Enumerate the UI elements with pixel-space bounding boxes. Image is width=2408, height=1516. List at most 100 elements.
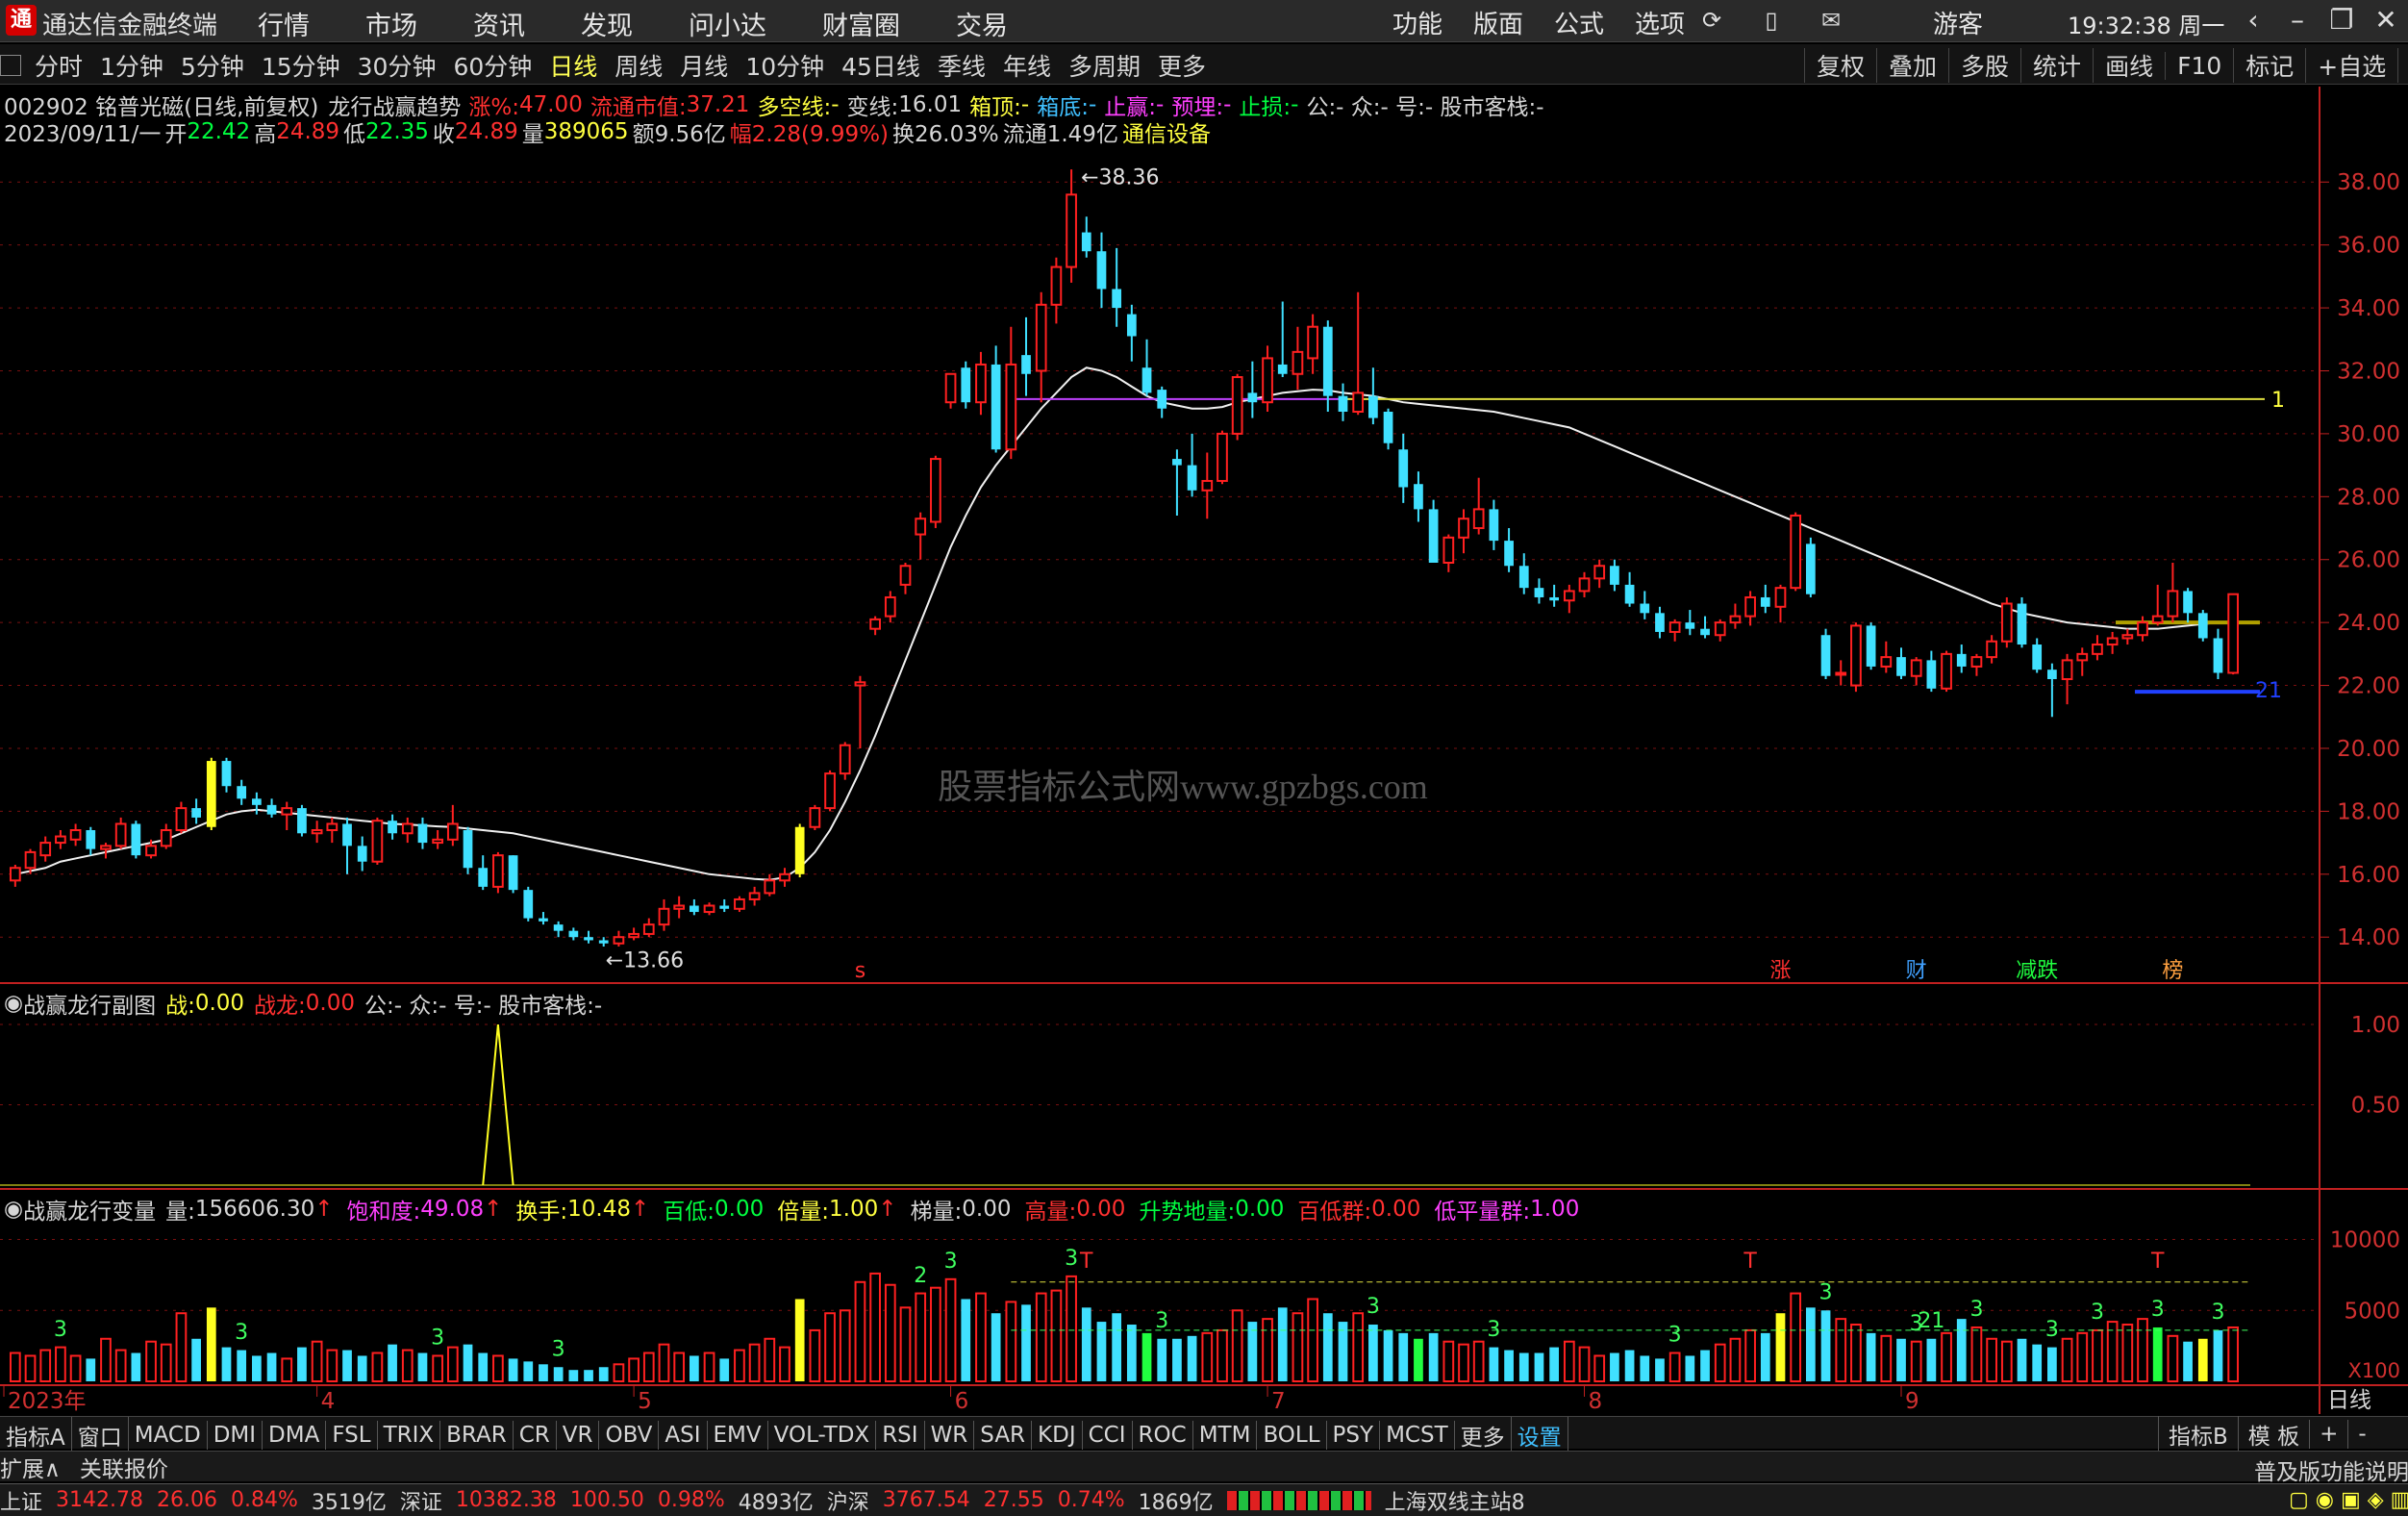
- indicator-tab-12[interactable]: EMV: [708, 1421, 768, 1450]
- tool-button-5[interactable]: F10: [2165, 51, 2233, 80]
- indicator-right-3[interactable]: -: [2347, 1420, 2375, 1449]
- tool-button-7[interactable]: +自选: [2305, 48, 2397, 83]
- maximize-icon[interactable]: ❐: [2320, 4, 2364, 36]
- candle-body: [1714, 621, 1726, 637]
- main-menu-item-2[interactable]: 资讯: [473, 5, 525, 42]
- indicator-tab-7[interactable]: BRAR: [440, 1421, 514, 1450]
- indicator-tab-11[interactable]: ASI: [659, 1421, 708, 1450]
- indicator-right-2[interactable]: +: [2309, 1420, 2347, 1449]
- sub2-name[interactable]: 战赢龙行变量: [23, 1193, 156, 1225]
- status-icons[interactable]: ▢ ◉ ▣ ◈ ▥: [2289, 1488, 2408, 1512]
- main-menu-item-6[interactable]: 交易: [956, 5, 1008, 42]
- indicator-tab-20[interactable]: MTM: [1193, 1421, 1258, 1450]
- sub1-name[interactable]: 战赢龙行副图: [23, 987, 156, 1020]
- period-tab-12[interactable]: 年线: [1003, 48, 1051, 83]
- indicator-tab-17[interactable]: KDJ: [1032, 1421, 1083, 1450]
- right-menu-item-3[interactable]: 选项: [1635, 5, 1685, 40]
- server-name[interactable]: 上海双线主站8: [1385, 1485, 1525, 1516]
- minimize-icon[interactable]: –: [2275, 4, 2320, 36]
- main-menu-item-5[interactable]: 财富圈: [822, 5, 900, 42]
- tool-button-3[interactable]: 统计: [2020, 48, 2093, 83]
- period-tab-6[interactable]: 日线: [549, 48, 597, 83]
- indicator-tab-22[interactable]: PSY: [1327, 1421, 1381, 1450]
- candle-body: [1217, 432, 1228, 482]
- candle-body: [1383, 412, 1393, 443]
- main-menu-item-0[interactable]: 行情: [258, 5, 310, 42]
- tool-button-2[interactable]: 多股: [1948, 48, 2020, 83]
- candle: [401, 817, 414, 844]
- indicator-tab-21[interactable]: BOLL: [1257, 1421, 1327, 1450]
- related-quote-button[interactable]: 关联报价: [80, 1451, 168, 1483]
- indicator-tab-9[interactable]: VR: [557, 1421, 600, 1450]
- indicator-tab-24[interactable]: 更多: [1455, 1417, 1512, 1453]
- candle-body: [1956, 653, 1967, 667]
- indicator-tab-6[interactable]: TRIX: [378, 1421, 441, 1450]
- up-arrow-icon: ↑: [484, 1197, 503, 1222]
- candle: [1414, 471, 1423, 522]
- indicator-tab-5[interactable]: FSL: [326, 1421, 378, 1450]
- indicator-tab-19[interactable]: ROC: [1133, 1421, 1193, 1450]
- hs-label[interactable]: 沪深: [827, 1485, 869, 1516]
- tool-button-6[interactable]: 标记: [2233, 48, 2305, 83]
- candle: [1338, 383, 1348, 421]
- phone-icon[interactable]: ▯: [1752, 4, 1791, 37]
- sh-label[interactable]: 上证: [0, 1485, 42, 1516]
- close-icon[interactable]: ✕: [2364, 4, 2408, 36]
- right-menu-item-0[interactable]: 功能: [1392, 5, 1442, 40]
- indicator-tab-15[interactable]: WR: [925, 1421, 975, 1450]
- period-tab-5[interactable]: 60分钟: [453, 48, 532, 83]
- indicator-right-0[interactable]: 指标B: [2158, 1416, 2238, 1453]
- right-menu-item-2[interactable]: 公式: [1554, 5, 1604, 40]
- edition-help-link[interactable]: 普及版功能说明: [2254, 1453, 2408, 1486]
- candle-body: [2032, 644, 2043, 670]
- tool-button-1[interactable]: 叠加: [1876, 48, 1948, 83]
- candle: [553, 921, 564, 938]
- back-icon[interactable]: ‹: [2231, 4, 2275, 36]
- candle: [523, 886, 534, 922]
- period-tab-4[interactable]: 30分钟: [358, 48, 437, 83]
- period-tab-1[interactable]: 1分钟: [100, 48, 163, 83]
- right-menu-item-1[interactable]: 版面: [1473, 5, 1523, 40]
- main-menu-item-1[interactable]: 市场: [365, 5, 417, 42]
- market-strength-icon[interactable]: [1226, 1490, 1371, 1510]
- tool-button-0[interactable]: 复权: [1804, 48, 1876, 83]
- indicator-tab-18[interactable]: CCI: [1083, 1421, 1133, 1450]
- indicator-tab-13[interactable]: VOL-TDX: [768, 1421, 877, 1450]
- period-tab-0[interactable]: 分时: [35, 48, 83, 83]
- sub2-menu-icon[interactable]: ◉: [4, 1197, 23, 1222]
- candle-body: [944, 372, 957, 404]
- sub1-menu-icon[interactable]: ◉: [4, 991, 23, 1016]
- indicator-right-1[interactable]: 模 板: [2237, 1416, 2309, 1453]
- period-tab-10[interactable]: 45日线: [841, 48, 920, 83]
- indicator-tab-3[interactable]: DMI: [208, 1421, 263, 1450]
- tool-button-8[interactable]: 返回: [2397, 48, 2408, 83]
- mail-icon[interactable]: ✉: [1812, 4, 1850, 37]
- period-tab-2[interactable]: 5分钟: [181, 48, 244, 83]
- period-tab-13[interactable]: 多周期: [1068, 48, 1141, 83]
- indicator-tab-25[interactable]: 设置: [1512, 1417, 1568, 1453]
- guest-login[interactable]: 游客: [1933, 5, 1983, 40]
- indicator-tab-0[interactable]: 指标A: [0, 1417, 72, 1453]
- indicator-tab-2[interactable]: MACD: [129, 1421, 208, 1450]
- period-tab-3[interactable]: 15分钟: [262, 48, 340, 83]
- indicator-tab-23[interactable]: MCST: [1380, 1421, 1455, 1450]
- indicator-tab-14[interactable]: RSI: [876, 1421, 925, 1450]
- indicator-tab-4[interactable]: DMA: [263, 1421, 327, 1450]
- indicator-tab-8[interactable]: CR: [514, 1421, 557, 1450]
- expand-button[interactable]: 扩展∧: [0, 1451, 61, 1483]
- indicator-tab-1[interactable]: 窗口: [72, 1417, 129, 1453]
- period-tab-14[interactable]: 更多: [1158, 48, 1206, 83]
- candle-body: [1368, 395, 1378, 418]
- indicator-tab-10[interactable]: OBV: [599, 1421, 660, 1450]
- refresh-icon[interactable]: ⟳: [1693, 4, 1731, 37]
- tool-button-4[interactable]: 画线: [2093, 48, 2165, 83]
- main-menu-item-4[interactable]: 问小达: [689, 5, 766, 42]
- sidebar-toggle-icon[interactable]: [0, 55, 21, 76]
- period-tab-8[interactable]: 月线: [680, 48, 728, 83]
- period-tab-9[interactable]: 10分钟: [745, 48, 824, 83]
- period-tab-11[interactable]: 季线: [938, 48, 986, 83]
- period-tab-7[interactable]: 周线: [615, 48, 663, 83]
- main-menu-item-3[interactable]: 发现: [581, 5, 633, 42]
- indicator-tab-16[interactable]: SAR: [974, 1421, 1033, 1450]
- sz-label[interactable]: 深证: [400, 1485, 442, 1516]
